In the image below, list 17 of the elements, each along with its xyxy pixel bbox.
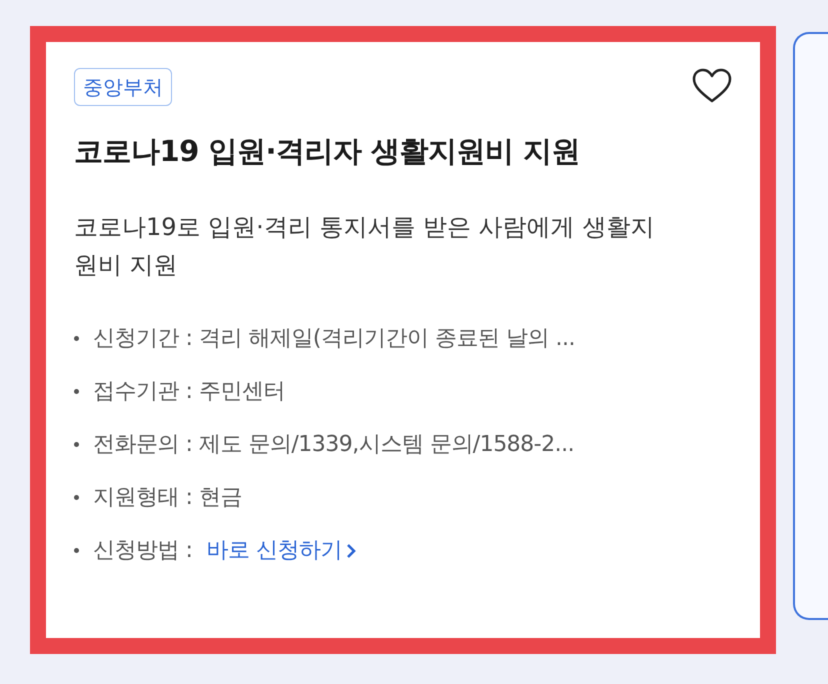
detail-text: 전화문의 : 제도 문의/1339,시스템 문의/1588-2... bbox=[93, 431, 574, 460]
bullet-icon bbox=[74, 442, 79, 448]
bullet-icon bbox=[74, 336, 79, 342]
chevron-icon bbox=[346, 542, 356, 559]
detail-text: 지원형태 : 현금 bbox=[93, 484, 242, 512]
detail-text: 신청방법 : bbox=[93, 537, 192, 566]
favorite-button[interactable] bbox=[692, 68, 732, 104]
detail-text: 신청기간 : 격리 해제일(격리기간이 종료된 날의 ... bbox=[93, 325, 575, 354]
category-tag: 중앙부처 bbox=[74, 68, 172, 106]
card-description: 코로나19로 입원·격리 통지서를 받은 사람에게 생활지원비 지원 bbox=[74, 212, 656, 281]
card-title: 코로나19 입원·격리자 생활지원비 지원 bbox=[74, 133, 582, 170]
bullet-icon bbox=[74, 548, 79, 554]
bullet-icon bbox=[74, 495, 79, 500]
heart-icon bbox=[692, 68, 732, 104]
apply-link[interactable]: 바로 신청하기 bbox=[206, 534, 356, 568]
bullet-icon bbox=[74, 389, 79, 394]
detail-text: 접수기관 : 주민센터 bbox=[93, 378, 285, 406]
